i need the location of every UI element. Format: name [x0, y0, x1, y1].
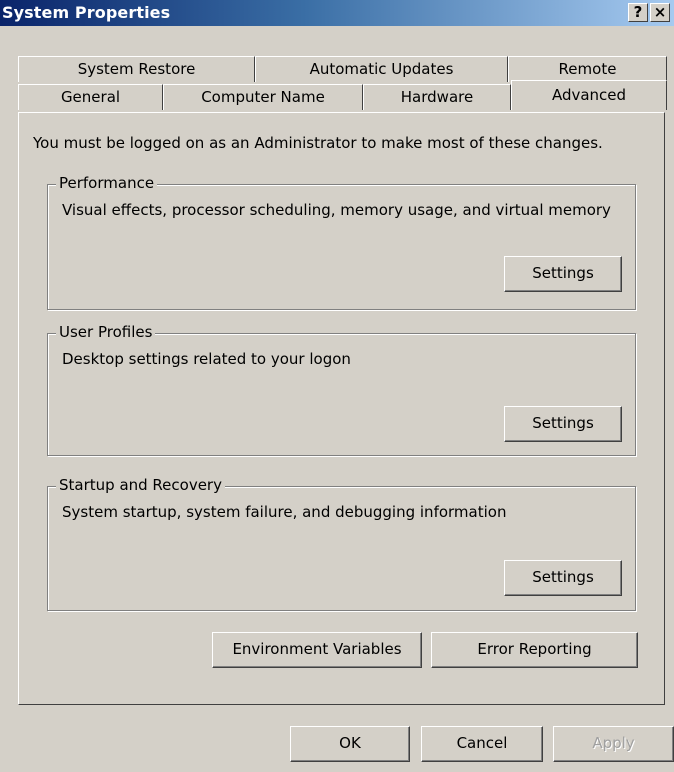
startup-recovery-legend: Startup and Recovery — [56, 476, 225, 494]
startup-recovery-group: Startup and Recovery System startup, sys… — [47, 476, 636, 611]
user-profiles-settings-button[interactable]: Settings — [504, 406, 622, 442]
tab-system-restore[interactable]: System Restore — [18, 56, 255, 82]
user-profiles-description: Desktop settings related to your logon — [62, 350, 351, 368]
performance-legend: Performance — [56, 174, 158, 192]
user-profiles-group: User Profiles Desktop settings related t… — [47, 323, 636, 456]
tab-automatic-updates[interactable]: Automatic Updates — [255, 56, 508, 82]
admin-note: You must be logged on as an Administrato… — [33, 134, 603, 152]
cancel-button[interactable]: Cancel — [421, 726, 543, 762]
error-reporting-button[interactable]: Error Reporting — [431, 632, 638, 668]
tab-general[interactable]: General — [18, 84, 163, 110]
performance-group: Performance Visual effects, processor sc… — [47, 174, 636, 310]
ok-button[interactable]: OK — [290, 726, 410, 762]
window-title: System Properties — [2, 3, 171, 22]
user-profiles-legend: User Profiles — [56, 323, 156, 341]
tab-remote[interactable]: Remote — [508, 56, 667, 82]
tab-computer-name[interactable]: Computer Name — [163, 84, 363, 110]
performance-description: Visual effects, processor scheduling, me… — [62, 201, 611, 219]
environment-variables-button[interactable]: Environment Variables — [212, 632, 422, 668]
close-icon[interactable]: × — [650, 3, 670, 22]
title-bar: System Properties ? × — [0, 0, 674, 26]
apply-button[interactable]: Apply — [553, 726, 674, 762]
tab-advanced[interactable]: Advanced — [511, 80, 667, 110]
tab-hardware[interactable]: Hardware — [363, 84, 511, 110]
help-icon[interactable]: ? — [628, 3, 648, 22]
performance-settings-button[interactable]: Settings — [504, 256, 622, 292]
startup-recovery-settings-button[interactable]: Settings — [504, 560, 622, 596]
startup-recovery-description: System startup, system failure, and debu… — [62, 503, 507, 521]
